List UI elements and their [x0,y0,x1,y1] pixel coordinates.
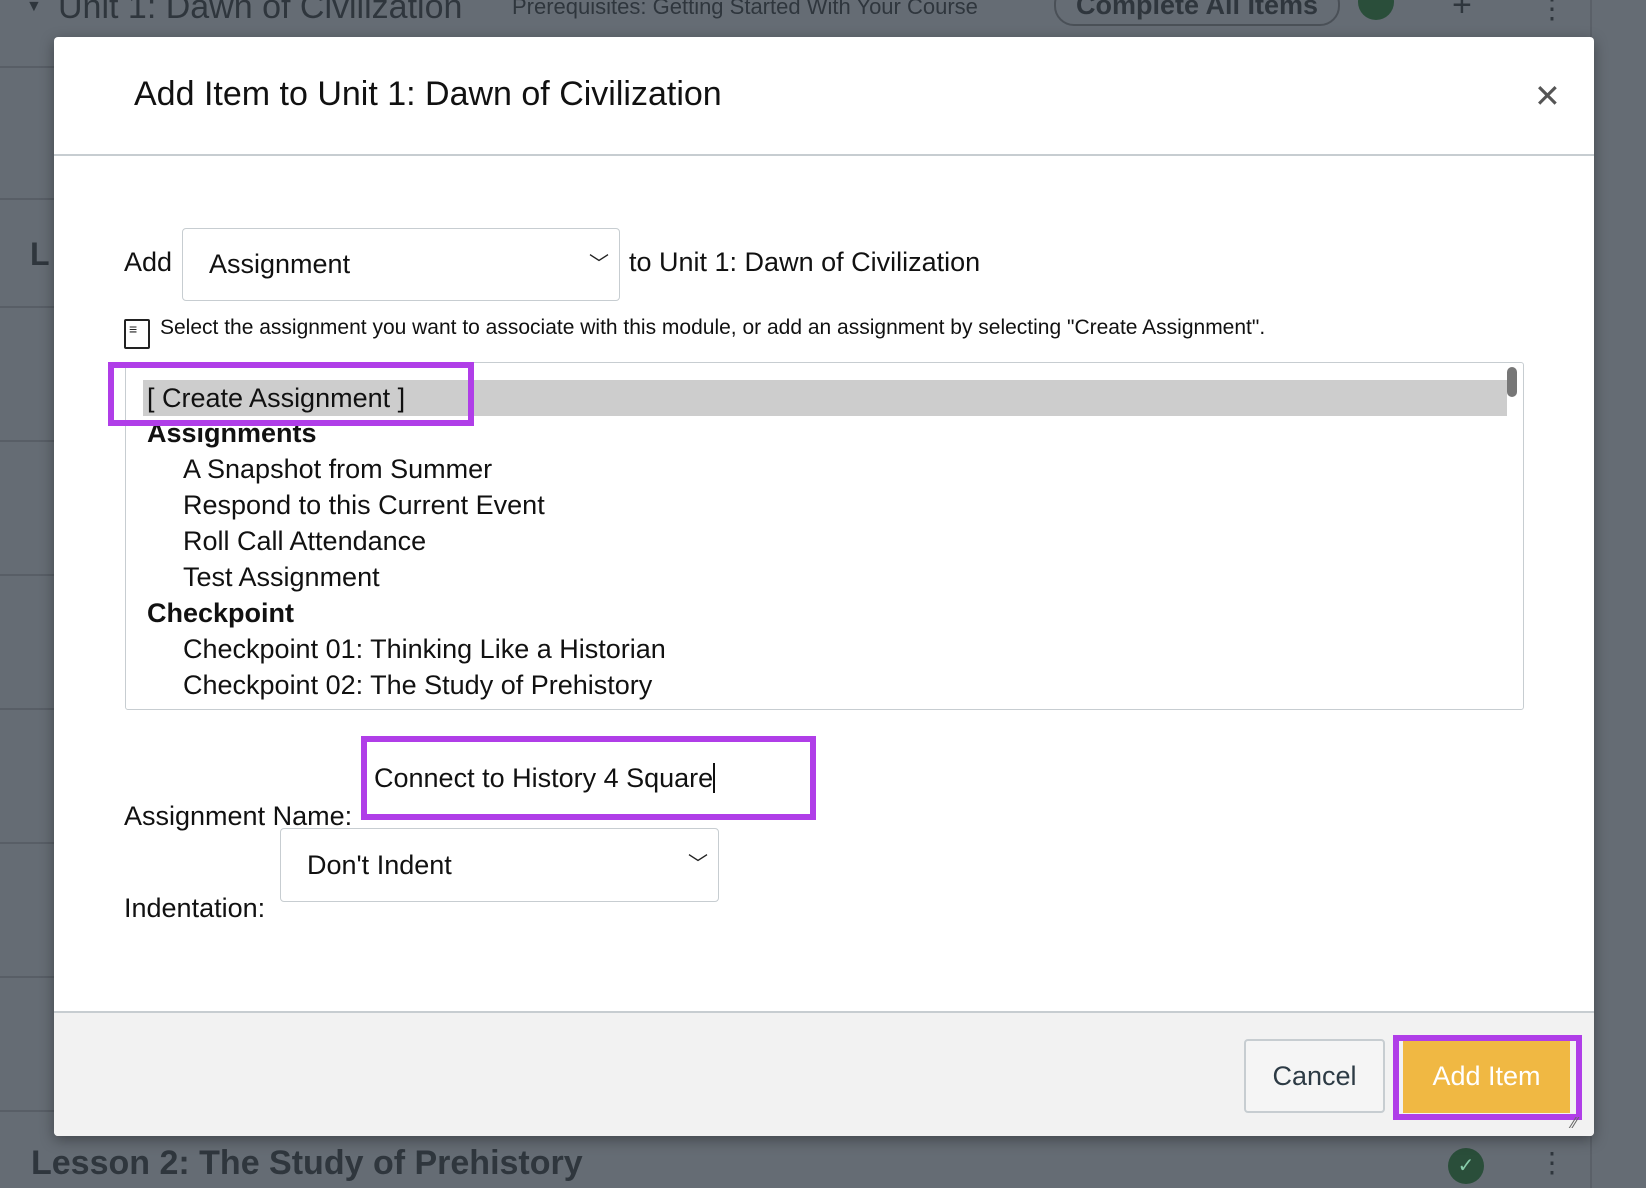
cancel-button[interactable]: Cancel [1244,1039,1385,1113]
add-label: Add [124,247,173,277]
published-check-icon[interactable] [1358,0,1394,20]
list-item[interactable]: A Snapshot from Summer [183,451,492,487]
list-group: Checkpoint [147,598,295,628]
indentation-select[interactable]: Don't Indent ﹀ [280,828,719,902]
assignment-icon: ≡ [124,319,150,349]
partial-item: L [30,236,50,272]
more-icon[interactable]: ⋮ [1538,0,1566,25]
item-type-select[interactable]: Assignment ﹀ [182,228,620,301]
dialog-title: Add Item to Unit 1: Dawn of Civilization [134,75,722,113]
scrollbar[interactable] [1507,367,1517,397]
list-item[interactable]: Checkpoint 01: Thinking Like a Historian [183,631,666,667]
list-item[interactable]: Checkpoint 02: The Study of Prehistory [183,667,652,703]
info-text: Select the assignment you want to associ… [160,316,1266,339]
add-icon[interactable]: + [1452,0,1472,25]
list-item[interactable]: Respond to this Current Event [183,487,545,523]
resize-handle-icon[interactable]: ⁄⁄ [1572,1115,1577,1133]
requirement-button[interactable]: Complete All Items [1054,0,1341,26]
published-check-icon[interactable]: ✓ [1448,1148,1484,1184]
highlight-box [361,736,816,820]
close-icon[interactable]: ✕ [1534,77,1561,115]
item-type-value: Assignment [209,249,351,279]
chevron-down-icon: ﹀ [688,853,708,876]
prerequisites: Prerequisites: Getting Started With Your… [512,0,978,19]
more-icon[interactable]: ⋮ [1538,1146,1566,1179]
indentation-value: Don't Indent [307,849,452,880]
indentation-label: Indentation: [124,893,266,923]
highlight-box [1393,1035,1582,1120]
divider [54,154,1594,156]
list-item[interactable]: Roll Call Attendance [183,523,426,559]
dialog-footer: Cancel Add Item ⁄⁄ [54,1011,1594,1136]
list-item[interactable]: Test Assignment [183,559,380,595]
add-item-dialog: Add Item to Unit 1: Dawn of Civilization… [54,37,1594,1136]
module-title: Unit 1: Dawn of Civilization [58,0,463,26]
chevron-down-icon: ﹀ [589,253,609,276]
next-module-title: Lesson 2: The Study of Prehistory [31,1144,583,1182]
collapse-icon[interactable]: ▼ [26,0,42,16]
highlight-box [108,362,474,426]
to-module-label: to Unit 1: Dawn of Civilization [629,247,981,277]
